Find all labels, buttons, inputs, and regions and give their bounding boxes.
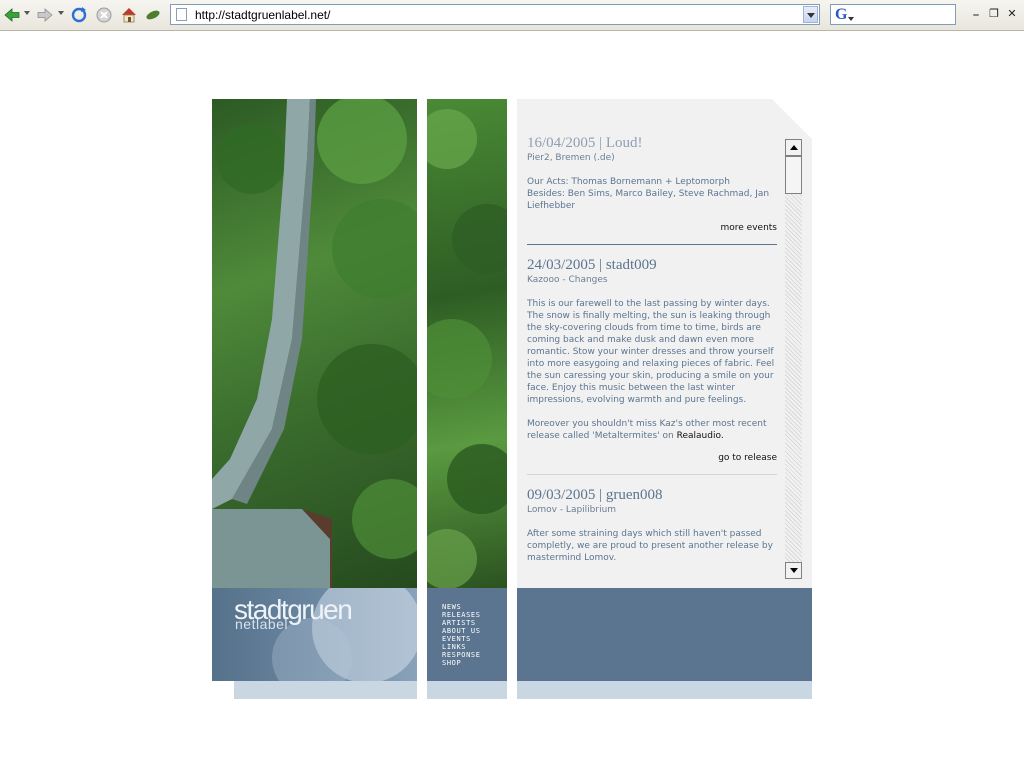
news-paragraph: After some straining days which still ha…	[527, 529, 773, 563]
nav-item-about-us[interactable]: ABOUT US	[442, 627, 481, 635]
news-panel: 16/04/2005 | Loud! Pier2, Bremen (.de) O…	[517, 99, 812, 588]
nav-item-events[interactable]: EVENTS	[442, 635, 481, 643]
go-to-release-link[interactable]: go to release	[527, 452, 777, 464]
news-body: Our Acts: Thomas Bornemann + Leptomorph …	[527, 176, 777, 212]
leaf-icon[interactable]	[144, 6, 162, 24]
news-paragraph: Moreover you shouldn't miss Kaz's other …	[527, 419, 767, 441]
bottom-strip-right	[517, 681, 812, 699]
minimize-icon[interactable]: _	[970, 4, 982, 16]
news-body: After some straining days which still ha…	[527, 528, 777, 564]
bottom-strip-middle	[427, 681, 507, 699]
news-subtitle: Pier2, Bremen (.de)	[527, 153, 615, 163]
nav-item-news[interactable]: NEWS	[442, 603, 481, 611]
news-title[interactable]: 09/03/2005 | gruen008	[527, 487, 777, 504]
news-item: 16/04/2005 | Loud! Pier2, Bremen (.de) O…	[527, 135, 777, 234]
more-events-link[interactable]: more events	[527, 222, 778, 234]
content-footer-panel	[517, 588, 812, 681]
back-arrow-icon[interactable]	[3, 6, 21, 24]
scroll-down-arrow-icon[interactable]	[785, 562, 802, 579]
forest-photo-middle	[427, 99, 507, 588]
nav-item-shop[interactable]: SHOP	[442, 659, 481, 667]
forward-dropdown-icon[interactable]	[58, 11, 64, 15]
nav-item-links[interactable]: LINKS	[442, 643, 481, 651]
news-body: This is our farewell to the last passing…	[527, 298, 777, 442]
stop-icon[interactable]	[95, 6, 113, 24]
corner-cut-decoration	[212, 681, 234, 699]
search-box[interactable]: G	[830, 4, 956, 25]
browser-toolbar: http://stadtgruenlabel.net/ G _ ❐ ✕	[0, 0, 1024, 31]
home-icon[interactable]	[120, 6, 138, 24]
nav-item-releases[interactable]: RELEASES	[442, 611, 481, 619]
close-icon[interactable]: ✕	[1006, 8, 1018, 20]
news-spacer	[527, 406, 777, 418]
page-icon	[176, 8, 187, 21]
news-paragraph: This is our farewell to the last passing…	[527, 299, 775, 405]
realaudio-link[interactable]: Realaudio.	[677, 431, 724, 441]
content-corner-decoration	[772, 99, 812, 139]
scrollbar-thumb[interactable]	[785, 156, 802, 194]
forward-arrow-icon[interactable]	[36, 6, 54, 24]
news-title[interactable]: 16/04/2005 | Loud!	[527, 135, 777, 152]
news-item: 09/03/2005 | gruen008 Lomov - Lapilibriu…	[527, 487, 777, 564]
url-text[interactable]: http://stadtgruenlabel.net/	[195, 8, 330, 22]
address-dropdown-icon[interactable]	[803, 6, 818, 23]
news-title[interactable]: 24/03/2005 | stadt009	[527, 257, 777, 274]
logo-subtext: netlabel	[235, 616, 289, 632]
nav-item-artists[interactable]: ARTISTS	[442, 619, 481, 627]
news-paragraph: Our Acts: Thomas Bornemann + Leptomorph	[527, 177, 730, 187]
search-dropdown-icon[interactable]	[848, 17, 854, 21]
forest-photo-left	[212, 99, 417, 588]
site-logo[interactable]: stadtgruen netlabel	[212, 588, 417, 681]
news-item: 24/03/2005 | stadt009 Kazooo - Changes T…	[527, 257, 777, 464]
scroll-up-arrow-icon[interactable]	[785, 139, 802, 156]
google-search-icon[interactable]: G	[835, 6, 847, 24]
news-scrollbar[interactable]	[785, 139, 802, 579]
news-paragraph: Besides: Ben Sims, Marco Bailey, Steve R…	[527, 189, 770, 211]
bottom-strip-left	[234, 681, 417, 699]
restore-icon[interactable]: ❐	[988, 8, 1000, 20]
back-dropdown-icon[interactable]	[24, 11, 30, 15]
news-subtitle: Lomov - Lapilibrium	[527, 505, 617, 515]
news-list[interactable]: 16/04/2005 | Loud! Pier2, Bremen (.de) O…	[527, 135, 777, 580]
refresh-icon[interactable]	[70, 6, 88, 24]
site-layout: stadtgruen netlabel NEWS RELEASES ARTIST…	[212, 99, 812, 699]
nav-item-response[interactable]: RESPONSE	[442, 651, 481, 659]
main-navigation: NEWS RELEASES ARTISTS ABOUT US EVENTS LI…	[427, 588, 507, 681]
address-bar[interactable]: http://stadtgruenlabel.net/	[170, 4, 820, 25]
news-subtitle: Kazooo - Changes	[527, 275, 608, 285]
